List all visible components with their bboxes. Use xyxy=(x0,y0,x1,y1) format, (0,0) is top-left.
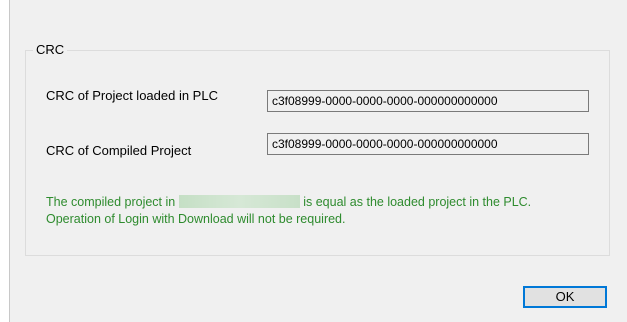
status-message-line1: The compiled project in is equal as the l… xyxy=(46,194,531,210)
crc-group-title: CRC xyxy=(33,42,68,58)
compiled-crc-label: CRC of Compiled Project xyxy=(46,143,192,158)
status-message-line2: Operation of Login with Download will no… xyxy=(46,212,346,226)
status-message-prefix: The compiled project in xyxy=(46,195,176,209)
ok-button[interactable]: OK xyxy=(523,286,607,308)
window-edge xyxy=(0,0,10,322)
status-message-suffix: is equal as the loaded project in the PL… xyxy=(303,195,532,209)
crc-dialog: CRC CRC of Project loaded in PLC c3f0899… xyxy=(0,0,627,322)
plc-crc-field[interactable]: c3f08999-0000-0000-0000-000000000000 xyxy=(267,90,589,112)
compiled-crc-field[interactable]: c3f08999-0000-0000-0000-000000000000 xyxy=(267,133,589,155)
plc-crc-label: CRC of Project loaded in PLC xyxy=(46,88,218,103)
redacted-project-name xyxy=(179,195,301,208)
